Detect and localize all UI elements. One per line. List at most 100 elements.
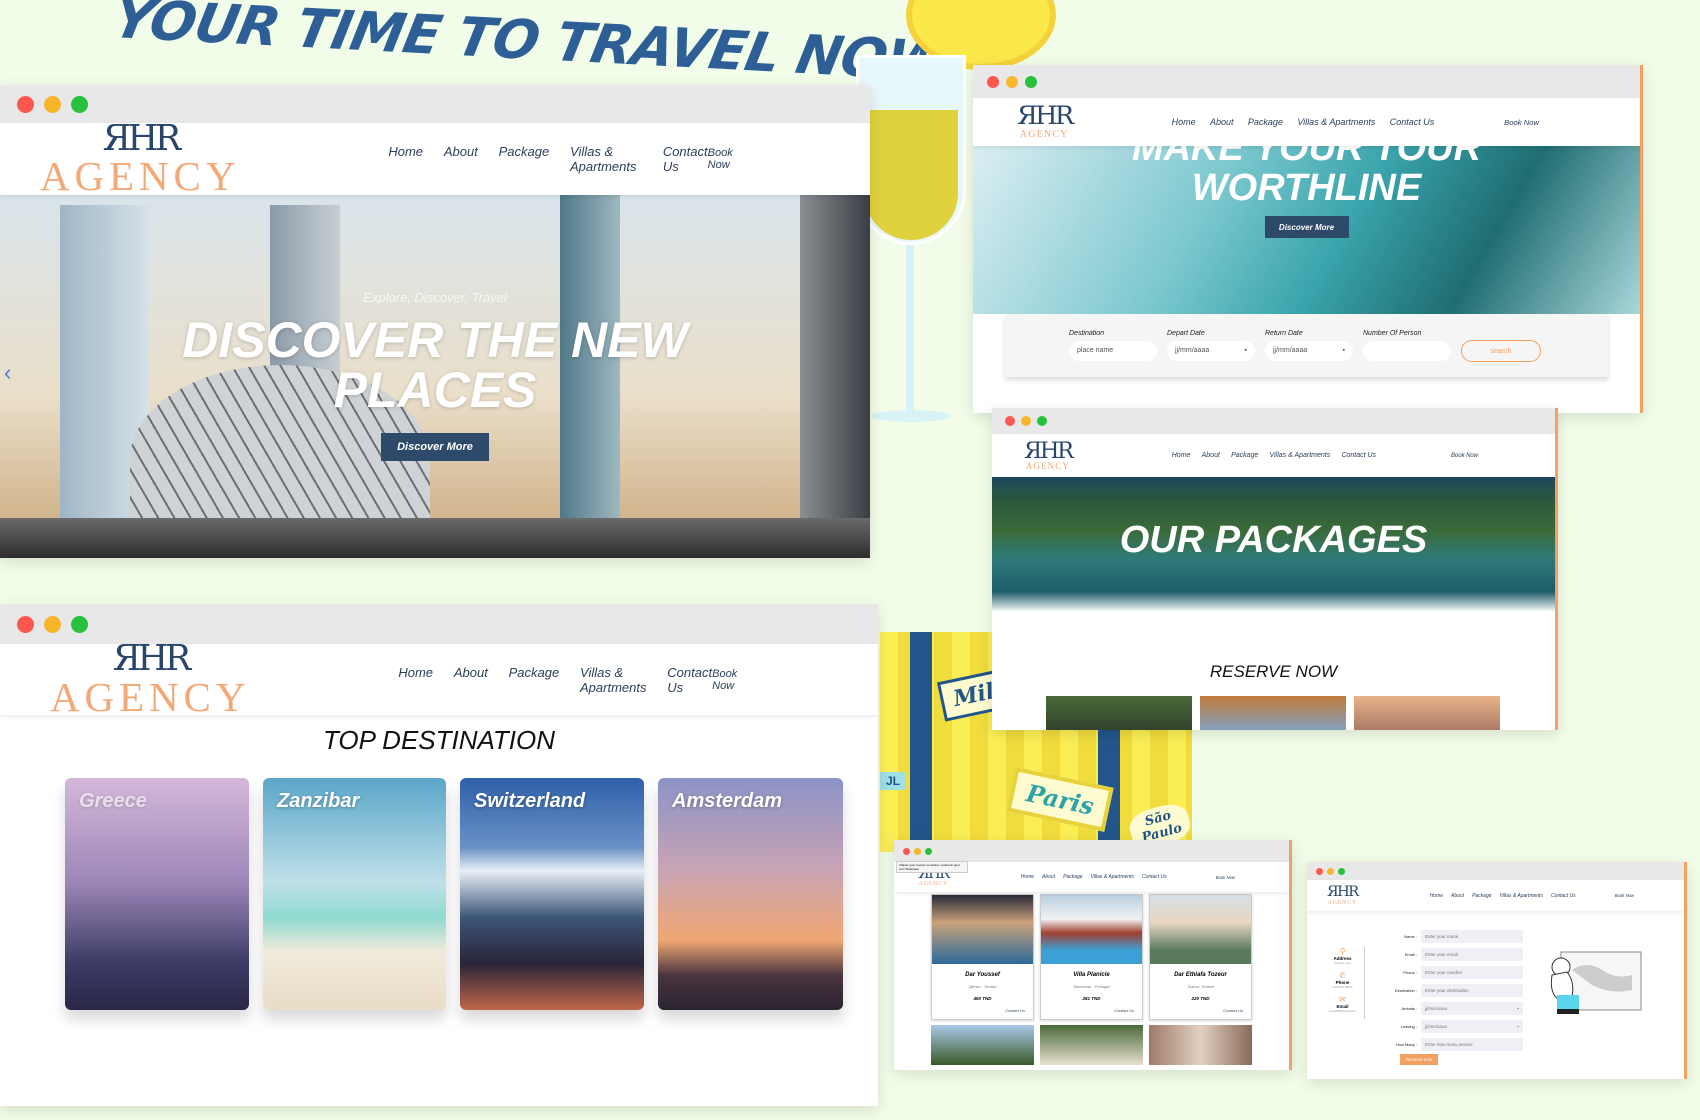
nav-link-3[interactable]: Villas & Apartments (580, 665, 646, 695)
minimize-dot[interactable] (1327, 867, 1334, 875)
package-thumbnail[interactable] (1200, 696, 1346, 730)
book-now-link[interactable]: Book Now (1615, 893, 1634, 898)
hero-title: MAKE YOUR TOUR WORTHLINE (1131, 146, 1482, 209)
nav-link-3[interactable]: Villas & Apartments (1297, 117, 1375, 127)
maximize-dot[interactable] (71, 615, 88, 633)
book-now-link[interactable]: Book Now (708, 147, 750, 171)
minimize-dot[interactable] (44, 615, 61, 633)
nav-link-0[interactable]: Home (1172, 452, 1191, 459)
form-input[interactable]: jj/mm/aaaa ▪ (1421, 1020, 1523, 1033)
maximize-dot[interactable] (925, 847, 932, 855)
agency-logo[interactable]: ЯHR AGENCY (50, 641, 250, 717)
form-input[interactable]: Enter your name (1421, 930, 1523, 943)
nav-link-0[interactable]: Home (1172, 117, 1196, 127)
close-dot[interactable] (17, 95, 34, 113)
package-thumbnail[interactable] (1354, 696, 1500, 730)
card-label: Greece (79, 790, 147, 812)
destination-card-zanzibar[interactable]: Zanzibar (263, 778, 446, 1010)
contact-us-link[interactable]: Contact Us (932, 1001, 1033, 1019)
maximize-dot[interactable] (1338, 867, 1345, 875)
nav-link-1[interactable]: About (1202, 452, 1220, 459)
minimize-dot[interactable] (914, 847, 921, 855)
villa-card[interactable]: Villa Planicie Monsaraz - Portugal 281 TND… (1040, 894, 1143, 1020)
close-dot[interactable] (17, 615, 34, 633)
destination-card-switzerland[interactable]: Switzerland (460, 778, 644, 1010)
reserve-now-button[interactable]: Reserve now (1400, 1054, 1438, 1065)
nav-link-1[interactable]: About (1210, 117, 1234, 127)
minimize-dot[interactable] (1021, 416, 1031, 426)
nav-link-3[interactable]: Villas & Apartments (1091, 874, 1134, 880)
nav-link-1[interactable]: About (454, 665, 488, 695)
nav-link-2[interactable]: Package (509, 665, 560, 695)
nav-link-4[interactable]: Contact Us (1341, 452, 1376, 459)
discover-more-button[interactable]: Discover More (1264, 216, 1349, 238)
nav-link-2[interactable]: Package (499, 144, 550, 174)
agency-logo[interactable]: ЯHR AGENCY (1327, 885, 1359, 906)
form-input[interactable]: jj/mm/aaaa ▪ (1421, 1002, 1523, 1015)
villa-card[interactable]: Dar Youssef Djerba - Tunisie 460 TND Contac… (931, 894, 1034, 1020)
nav-link-1[interactable]: About (1451, 893, 1464, 899)
destination-card-amsterdam[interactable]: Amsterdam (658, 778, 843, 1010)
agency-logo[interactable]: ЯHR AGENCY (1024, 439, 1074, 471)
close-dot[interactable] (987, 75, 999, 88)
form-input[interactable]: Enter your number (1421, 966, 1523, 979)
nav-link-3[interactable]: Villas & Apartments (1500, 893, 1543, 899)
nav-link-2[interactable]: Package (1063, 874, 1082, 880)
maximize-dot[interactable] (71, 95, 88, 113)
book-now-link[interactable]: Book Now (1504, 118, 1539, 127)
villa-card[interactable]: Dar Ethiafa Tozeur Tozeur, Tunisie 220 TND… (1149, 894, 1252, 1020)
form-input[interactable]: Enter your destination (1421, 984, 1523, 997)
close-dot[interactable] (903, 847, 910, 855)
nav-link-2[interactable]: Package (1472, 893, 1491, 899)
villa-thumbnail[interactable] (931, 1025, 1034, 1065)
minimize-dot[interactable] (44, 95, 61, 113)
book-now-link[interactable]: Book Now (712, 668, 748, 692)
minimize-dot[interactable] (1006, 75, 1018, 88)
contact-us-link[interactable]: Contact Us (1150, 1001, 1251, 1019)
nav-link-4[interactable]: Contact Us (1551, 893, 1576, 899)
nav-link-0[interactable]: Home (1021, 874, 1034, 880)
destination-card-greece[interactable]: Greece (65, 778, 249, 1010)
hero-title: OUR PACKAGES (1119, 519, 1428, 561)
calendar-icon[interactable]: ▪ (1343, 347, 1345, 355)
contact-us-link[interactable]: Contact Us (1041, 1001, 1142, 1019)
agency-logo[interactable]: ЯHR AGENCY (40, 121, 240, 197)
card-label: Zanzibar (277, 790, 360, 812)
nav-link-4[interactable]: Contact Us (1390, 117, 1435, 127)
nav-link-4[interactable]: Contact Us (667, 665, 712, 695)
nav-link-3[interactable]: Villas & Apartments (1270, 452, 1331, 459)
form-input[interactable]: Enter your email (1421, 948, 1523, 961)
close-dot[interactable] (1005, 416, 1015, 426)
package-thumbnail[interactable] (1046, 696, 1192, 730)
hero-banner: MAKE YOUR TOUR WORTHLINE Discover More (973, 146, 1640, 314)
nav-link-0[interactable]: Home (388, 144, 423, 174)
nav-link-0[interactable]: Home (1430, 893, 1443, 899)
nav-link-4[interactable]: Contact Us (1142, 874, 1167, 880)
book-now-link[interactable]: Book Now (1216, 875, 1235, 880)
calendar-icon[interactable]: ▪ (1517, 1024, 1519, 1029)
discover-more-button[interactable]: Discover More (381, 433, 489, 461)
maximize-dot[interactable] (1025, 75, 1037, 88)
book-now-link[interactable]: Book Now (1451, 453, 1478, 459)
agency-logo[interactable]: ЯHR AGENCY (1017, 104, 1074, 140)
nav-link-1[interactable]: About (1042, 874, 1055, 880)
nav-link-2[interactable]: Package (1231, 452, 1258, 459)
form-row: Leaving : jj/mm/aaaa ▪ (1373, 1020, 1523, 1033)
villa-thumbnail[interactable] (1149, 1025, 1252, 1065)
home-window: ЯHR AGENCY Home About Package Villas & Apartm… (0, 85, 870, 558)
calendar-icon[interactable]: ▪ (1517, 1006, 1519, 1011)
maximize-dot[interactable] (1037, 416, 1047, 426)
form-input[interactable]: Enter how many person (1421, 1038, 1523, 1051)
nav-link-4[interactable]: Contact Us (663, 144, 708, 174)
search-button[interactable]: search (1461, 340, 1541, 362)
villa-thumbnail[interactable] (1040, 1025, 1143, 1065)
carousel-prev-icon[interactable]: ‹ (4, 360, 11, 386)
calendar-icon[interactable]: ▪ (1245, 347, 1247, 355)
close-dot[interactable] (1316, 867, 1323, 875)
nav-link-2[interactable]: Package (1248, 117, 1283, 127)
nav-link-0[interactable]: Home (398, 665, 433, 695)
nav-link-1[interactable]: About (444, 144, 478, 174)
contact-info: ⚲ Address Tunisia, Loot ✆ Phone +21650178622 ✉… (1325, 947, 1365, 1019)
window-titlebar (894, 840, 1289, 862)
nav-link-3[interactable]: Villas & Apartments (570, 144, 642, 174)
